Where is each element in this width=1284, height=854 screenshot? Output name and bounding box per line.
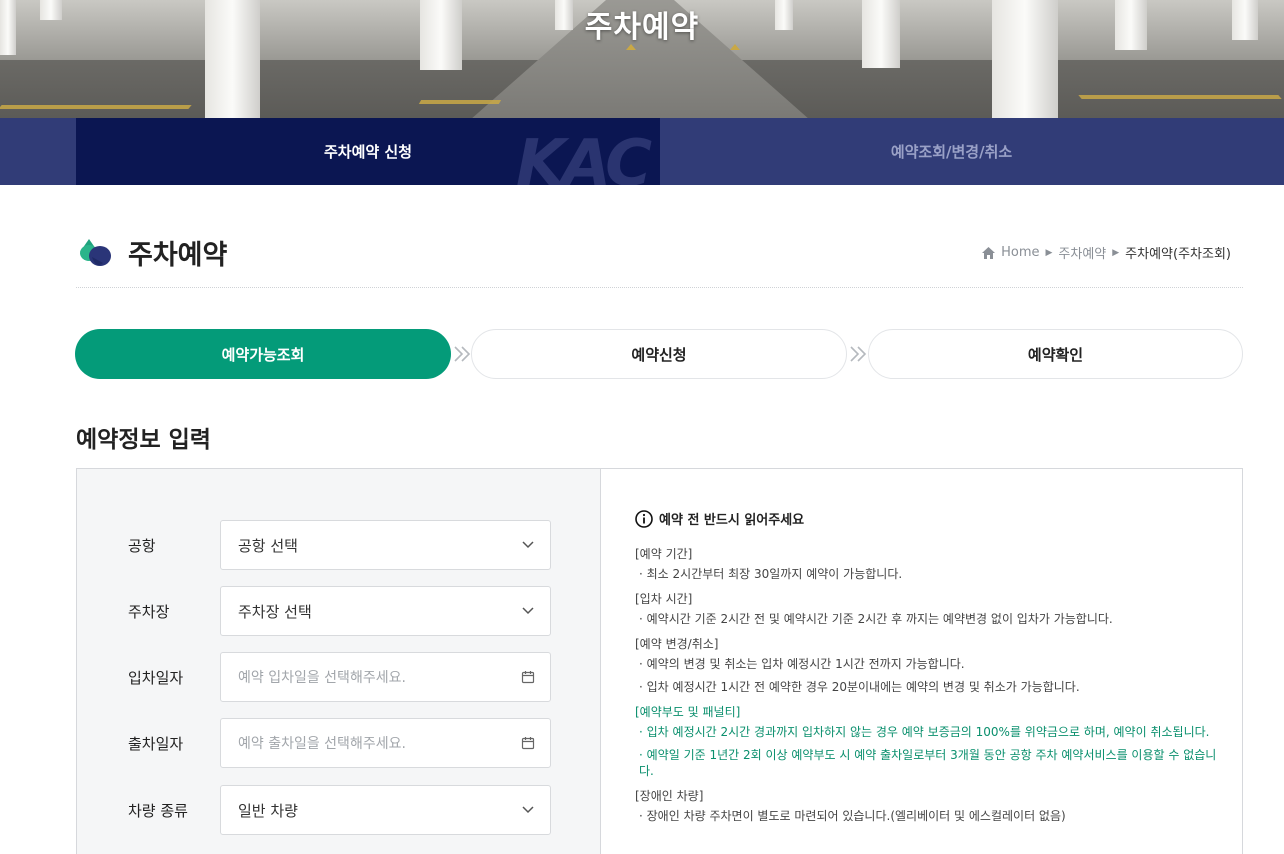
reservation-form-panel: 공항 공항 선택 주차장 주차장 선택 입차일자 예약 입차일을 선택해주세요.… [76, 468, 1243, 854]
notice-item: · 장애인 차량 주차면이 별도로 마련되어 있습니다.(엘리베이터 및 에스컬… [639, 809, 1066, 823]
entry-date-placeholder: 예약 입차일을 선택해주세요. [238, 670, 406, 686]
double-chevron-right-icon [850, 346, 867, 362]
notice-group-title: [장애인 차량] [635, 789, 704, 803]
step-availability-check: 예약가능조회 [75, 329, 451, 379]
breadcrumb-home-link[interactable]: Home [1001, 245, 1039, 260]
airport-select[interactable]: 공항 선택 [220, 520, 551, 570]
vehicle-type-row: 차량 종류 일반 차량 [77, 785, 601, 835]
notice-heading: 예약 전 반드시 읽어주세요 [635, 509, 1225, 528]
form-fields-area: 공항 공항 선택 주차장 주차장 선택 입차일자 예약 입차일을 선택해주세요.… [77, 469, 601, 854]
parking-lot-select[interactable]: 주차장 선택 [220, 586, 551, 636]
breadcrumb: Home ▶ 주차예약 ▶ 주차예약(주차조회) [982, 243, 1231, 262]
hero-title: 주차예약 [584, 10, 700, 45]
calendar-icon [521, 737, 535, 750]
reservation-notice: 예약 전 반드시 읽어주세요 [예약 기간] · 최소 2시간부터 최장 30일… [635, 509, 1225, 833]
notice-group-entry-time: [입차 시간] · 예약시간 기준 2시간 전 및 예약시간 기준 2시간 후 … [635, 591, 1225, 627]
hero-floor-marking [0, 105, 192, 109]
tab-bar: KAC 주차예약 신청 예약조회/변경/취소 [0, 118, 1284, 185]
parking-lot-label: 주차장 [128, 603, 170, 621]
step-label: 예약가능조회 [221, 345, 305, 364]
chevron-down-icon [522, 806, 534, 814]
notice-group-title: [예약부도 및 패널티] [635, 705, 741, 719]
airport-row: 공항 공항 선택 [77, 520, 601, 570]
vehicle-type-label: 차량 종류 [128, 802, 188, 820]
hero-floor-marking [418, 100, 502, 104]
info-icon [635, 509, 653, 528]
notice-group-penalty: [예약부도 및 패널티] · 입차 예정시간 2시간 경과까지 입차하지 않는 … [635, 704, 1225, 779]
tab-reservation-lookup[interactable]: 예약조회/변경/취소 [660, 118, 1243, 185]
breadcrumb-separator-icon: ▶ [1045, 247, 1053, 258]
exit-date-input[interactable]: 예약 출차일을 선택해주세요. [220, 718, 551, 768]
notice-item: · 예약시간 기준 2시간 전 및 예약시간 기준 2시간 후 까지는 예약변경… [639, 612, 1113, 626]
notice-group-title: [예약 기간] [635, 547, 693, 561]
step-reservation-apply: 예약신청 [471, 329, 847, 379]
tab-reservation-apply[interactable]: KAC 주차예약 신청 [76, 118, 660, 185]
vehicle-type-select-value: 일반 차량 [238, 801, 298, 820]
chevron-down-icon [522, 607, 534, 615]
header-divider [76, 287, 1243, 288]
notice-group-period: [예약 기간] · 최소 2시간부터 최장 30일까지 예약이 가능합니다. [635, 546, 1225, 582]
entry-date-row: 입차일자 예약 입차일을 선택해주세요. [77, 652, 601, 702]
notice-item: · 입차 예정시간 2시간 경과까지 입차하지 않는 경우 예약 보증금의 10… [639, 725, 1210, 739]
section-title: 예약정보 입력 [76, 427, 211, 453]
breadcrumb-separator-icon: ▶ [1112, 247, 1120, 258]
parking-lot-row: 주차장 주차장 선택 [77, 586, 601, 636]
calendar-icon [521, 671, 535, 684]
notice-item: · 예약의 변경 및 취소는 입차 예정시간 1시간 전까지 가능합니다. [639, 657, 965, 671]
breadcrumb-current: 주차예약(주차조회) [1125, 247, 1231, 262]
breadcrumb-level1-link[interactable]: 주차예약 [1058, 243, 1106, 262]
hero-floor-marking [1078, 95, 1282, 99]
entry-date-label: 입차일자 [128, 669, 184, 687]
home-icon [982, 246, 996, 259]
notice-group-change-cancel: [예약 변경/취소] · 예약의 변경 및 취소는 입차 예정시간 1시간 전까… [635, 636, 1225, 695]
exit-date-row: 출차일자 예약 출차일을 선택해주세요. [77, 718, 601, 768]
double-chevron-right-icon [454, 346, 471, 362]
tab-label: 주차예약 신청 [323, 143, 413, 161]
page-title: 주차예약 [128, 240, 228, 271]
tab-watermark-logo: KAC [516, 127, 652, 185]
chevron-down-icon [522, 541, 534, 549]
airport-label: 공항 [128, 537, 156, 555]
parking-lot-select-value: 주차장 선택 [238, 602, 312, 621]
step-label: 예약신청 [631, 345, 687, 364]
exit-date-placeholder: 예약 출차일을 선택해주세요. [238, 736, 406, 752]
notice-group-disabled-vehicle: [장애인 차량] · 장애인 차량 주차면이 별도로 마련되어 있습니다.(엘리… [635, 788, 1225, 824]
brand-logo-icon [80, 239, 111, 266]
notice-item: · 입차 예정시간 1시간 전 예약한 경우 20분이내에는 예약의 변경 및 … [639, 680, 1080, 694]
notice-item: · 최소 2시간부터 최장 30일까지 예약이 가능합니다. [639, 567, 903, 581]
tab-label: 예약조회/변경/취소 [890, 143, 1013, 161]
notice-group-title: [예약 변경/취소] [635, 637, 719, 651]
notice-heading-text: 예약 전 반드시 읽어주세요 [659, 513, 805, 528]
airport-select-value: 공항 선택 [238, 536, 298, 555]
notice-group-title: [입차 시간] [635, 592, 693, 606]
entry-date-input[interactable]: 예약 입차일을 선택해주세요. [220, 652, 551, 702]
vehicle-type-select[interactable]: 일반 차량 [220, 785, 551, 835]
exit-date-label: 출차일자 [128, 735, 184, 753]
step-label: 예약확인 [1027, 345, 1084, 364]
step-reservation-confirm: 예약확인 [868, 329, 1243, 379]
notice-item: · 예약일 기준 1년간 2회 이상 예약부도 시 예약 출차일로부터 3개월 … [639, 748, 1217, 778]
